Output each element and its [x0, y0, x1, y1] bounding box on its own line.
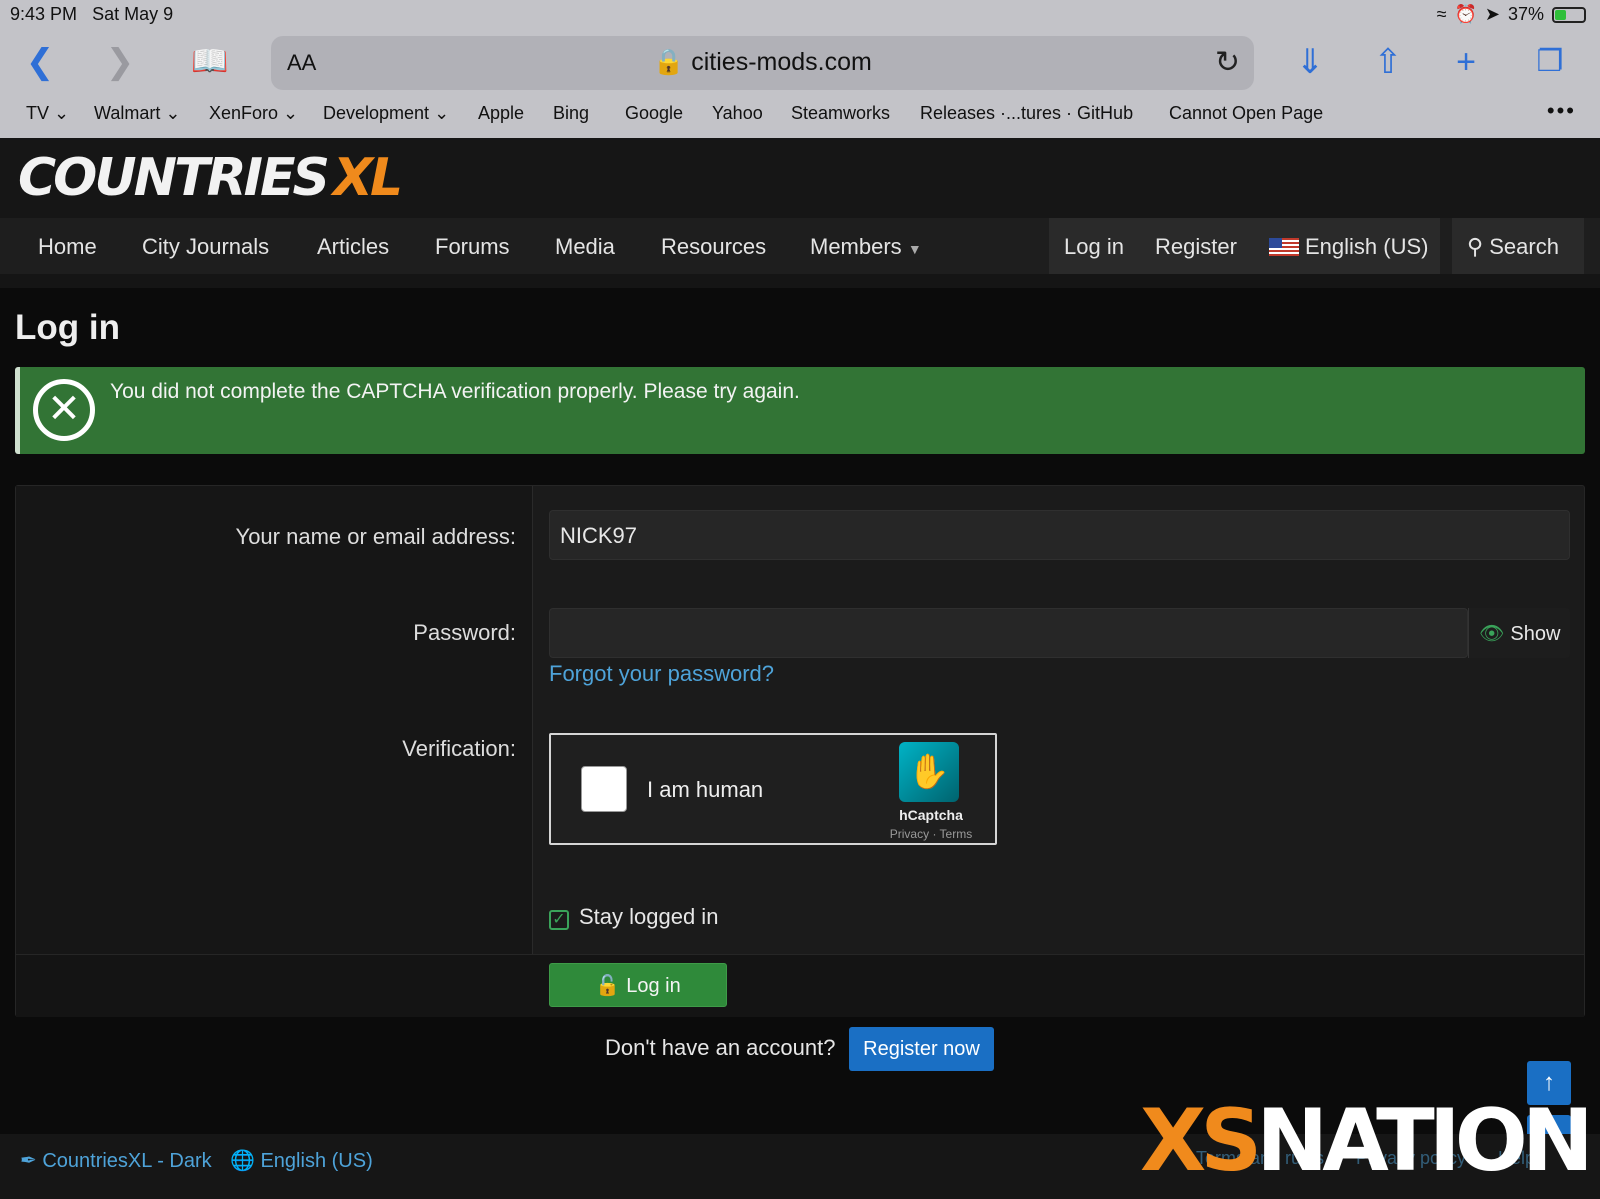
- forgot-password-link[interactable]: Forgot your password?: [549, 661, 774, 687]
- status-icons: ≈ ⏰ ➤ 37%: [1437, 4, 1586, 25]
- register-now-button[interactable]: Register now: [849, 1027, 994, 1071]
- error-banner: ✕ You did not complete the CAPTCHA verif…: [15, 367, 1585, 454]
- bookmark-development[interactable]: Development ⌄: [323, 103, 449, 124]
- password-label: Password:: [413, 620, 516, 645]
- browser-toolbar: ❮ ❯ 📖 AA 🔒 cities-mods.com ↻ ⇓ ⇧ + ❐: [0, 34, 1600, 90]
- tabs-icon[interactable]: ❐: [1528, 40, 1572, 84]
- name-label: Your name or email address:: [235, 524, 516, 549]
- style-chooser-link[interactable]: ✒ CountriesXL - Dark: [20, 1148, 212, 1173]
- hcaptcha-widget: I am human ✋ hCaptcha Privacy · Terms: [549, 733, 997, 845]
- sub-nav-strip: [0, 274, 1600, 288]
- nav-forums[interactable]: Forums: [435, 234, 510, 260]
- bookmark-yahoo[interactable]: Yahoo: [712, 103, 763, 124]
- favorites-bar: TV ⌄ Walmart ⌄ XenForo ⌄ Development ⌄ A…: [0, 98, 1600, 130]
- form-label-column: [16, 486, 533, 954]
- location-icon: ➤: [1484, 4, 1500, 24]
- share-icon[interactable]: ⇧: [1366, 40, 1410, 84]
- download-icon[interactable]: ⇓: [1288, 40, 1332, 84]
- checkmark-icon: ✓: [549, 910, 569, 930]
- bookmark-xenforo[interactable]: XenForo ⌄: [209, 103, 298, 124]
- alarm-icon: ⏰: [1454, 4, 1477, 24]
- brush-icon: ✒: [20, 1150, 37, 1172]
- site-header: COUNTRIES XL: [0, 138, 1600, 218]
- status-time: 9:43 PM Sat May 9: [10, 4, 174, 24]
- login-form: Your name or email address: NICK97 Passw…: [15, 485, 1585, 1017]
- nav-resources[interactable]: Resources: [661, 234, 766, 260]
- battery-percent: 37%: [1507, 4, 1544, 24]
- reload-icon[interactable]: ↻: [1215, 45, 1240, 80]
- language-chooser-link[interactable]: 🌐 English (US): [230, 1148, 373, 1173]
- nav-register[interactable]: Register: [1155, 234, 1237, 260]
- bookmark-releases-github[interactable]: Releases ·...tures · GitHub: [920, 103, 1133, 124]
- nav-login[interactable]: Log in: [1064, 234, 1124, 260]
- bookmark-apple[interactable]: Apple: [478, 103, 524, 124]
- address-bar[interactable]: AA 🔒 cities-mods.com ↻: [271, 36, 1254, 90]
- new-tab-icon[interactable]: +: [1444, 40, 1488, 84]
- nav-language[interactable]: English (US): [1269, 234, 1428, 260]
- error-circle-x-icon: ✕: [33, 379, 95, 441]
- captcha-checkbox[interactable]: [581, 766, 627, 812]
- bookmark-bing[interactable]: Bing: [553, 103, 589, 124]
- nav-search-label: ⚲ Search: [1467, 234, 1559, 259]
- search-icon: ⚲: [1467, 234, 1484, 259]
- nav-account-group: Log in Register English (US): [1049, 218, 1440, 274]
- error-message: You did not complete the CAPTCHA verific…: [110, 380, 800, 403]
- captcha-label: I am human: [647, 777, 764, 802]
- bookmark-cannot-open[interactable]: Cannot Open Page: [1169, 103, 1323, 124]
- nav-home[interactable]: Home: [38, 234, 97, 260]
- status-bar: 9:43 PM Sat May 9 ≈ ⏰ ➤ 37%: [0, 0, 1600, 30]
- nav-members[interactable]: Members ▼: [810, 234, 922, 260]
- show-password-button[interactable]: 👁 Show: [1468, 608, 1570, 658]
- site-logo[interactable]: COUNTRIES XL: [18, 148, 403, 208]
- page-title: Log in: [15, 308, 120, 347]
- hcaptcha-logo-icon: ✋: [899, 742, 959, 802]
- nav-search[interactable]: ⚲ Search: [1452, 218, 1584, 274]
- lock-icon: 🔒: [653, 48, 685, 76]
- form-submit-row: 🔓 Log in: [16, 954, 1584, 1017]
- xsnation-watermark: XSNATION: [1140, 1091, 1594, 1191]
- password-input[interactable]: [549, 608, 1468, 658]
- name-input[interactable]: NICK97: [549, 510, 1570, 560]
- url-host: 🔒 cities-mods.com: [653, 48, 872, 76]
- battery-icon: [1552, 6, 1586, 23]
- nav-city-journals[interactable]: City Journals: [142, 234, 269, 260]
- verification-label: Verification:: [402, 736, 516, 761]
- register-row: Don't have an account? Register now: [0, 1025, 1600, 1071]
- wifi-icon: ≈: [1436, 4, 1447, 24]
- us-flag-icon: [1269, 238, 1299, 256]
- more-bookmarks-icon[interactable]: •••: [1547, 98, 1576, 124]
- nav-media[interactable]: Media: [555, 234, 615, 260]
- bookmark-walmart[interactable]: Walmart ⌄: [94, 103, 180, 124]
- bookmark-google[interactable]: Google: [625, 103, 683, 124]
- browser-chrome: 9:43 PM Sat May 9 ≈ ⏰ ➤ 37% ❮ ❯ 📖 AA 🔒 c…: [0, 0, 1600, 138]
- bookmark-tv[interactable]: TV ⌄: [26, 103, 69, 124]
- forward-icon[interactable]: ❯: [98, 40, 142, 84]
- globe-icon: 🌐: [230, 1150, 255, 1172]
- main-nav: Home City Journals Articles Forums Media…: [0, 218, 1600, 274]
- hcaptcha-links[interactable]: Privacy · Terms: [867, 827, 995, 841]
- login-submit-button[interactable]: 🔓 Log in: [549, 963, 727, 1007]
- back-icon[interactable]: ❮: [18, 40, 62, 84]
- nav-articles[interactable]: Articles: [317, 234, 389, 260]
- no-account-text: Don't have an account?: [605, 1035, 836, 1060]
- bookmarks-icon[interactable]: 📖: [188, 40, 232, 84]
- lock-icon: 🔓: [595, 975, 621, 997]
- stay-logged-in-checkbox[interactable]: ✓ Stay logged in: [549, 904, 718, 930]
- eye-icon: 👁: [1479, 623, 1505, 645]
- bookmark-steamworks[interactable]: Steamworks: [791, 103, 890, 124]
- hcaptcha-brand: hCaptcha: [899, 807, 963, 823]
- caret-down-icon: ▼: [907, 241, 922, 257]
